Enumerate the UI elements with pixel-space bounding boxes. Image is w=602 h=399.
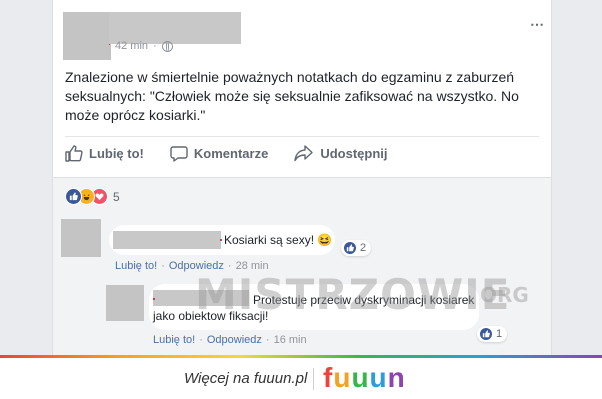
reply-like-count[interactable]: 1 bbox=[477, 326, 508, 342]
redaction-mark bbox=[109, 44, 110, 45]
comment-like-link[interactable]: Lubię to! bbox=[115, 260, 157, 272]
logo-letter: u bbox=[351, 362, 370, 393]
post-meta: 42 min · bbox=[115, 40, 173, 52]
reply-time[interactable]: 16 min bbox=[274, 334, 307, 346]
like-icon bbox=[65, 188, 82, 205]
comment-avatar[interactable] bbox=[61, 219, 101, 257]
share-label: Udostępnij bbox=[320, 146, 388, 161]
like-label: Lubię to! bbox=[89, 146, 144, 161]
reply-like-link[interactable]: Lubię to! bbox=[153, 334, 195, 346]
like-button[interactable]: Lubię to! bbox=[65, 145, 144, 162]
comment-author-redacted[interactable] bbox=[113, 231, 221, 249]
comment-button[interactable]: Komentarze bbox=[170, 145, 268, 162]
logo-letter: u bbox=[369, 362, 388, 393]
more-options-icon[interactable]: ⋯ bbox=[530, 16, 545, 33]
fuuun-logo[interactable]: f u u u n bbox=[323, 362, 406, 394]
comment-label: Komentarze bbox=[193, 146, 269, 161]
comments-section: 5 Kosiarki są sexy! 😆 2 Lubię to! · Odpo… bbox=[53, 177, 551, 356]
logo-letter: f bbox=[323, 362, 334, 393]
watermark-suffix: ORG bbox=[480, 283, 529, 307]
comment-bubble: Kosiarki są sexy! 😆 bbox=[109, 225, 335, 255]
logo-letter: n bbox=[387, 362, 406, 393]
footer-link-text[interactable]: Więcej na fuuun.pl bbox=[184, 370, 307, 387]
meta-separator: · bbox=[153, 40, 157, 52]
comment-icon bbox=[170, 146, 188, 162]
redaction-mark bbox=[220, 239, 222, 241]
post-text: Znalezione w śmiertelnie poważnych notat… bbox=[65, 69, 519, 123]
like-count: 1 bbox=[496, 328, 503, 340]
post-time[interactable]: 42 min bbox=[115, 40, 148, 52]
thumbs-up-icon bbox=[65, 145, 83, 162]
footer-divider bbox=[313, 368, 314, 390]
like-icon bbox=[344, 242, 356, 254]
reply-avatar[interactable] bbox=[106, 285, 144, 321]
reply-meta: Lubię to! · Odpowiedz · 16 min bbox=[153, 334, 307, 346]
globe-icon bbox=[161, 40, 173, 52]
actions-divider bbox=[65, 136, 539, 137]
comment-text: Kosiarki są sexy! 😆 bbox=[224, 233, 333, 247]
like-count: 2 bbox=[360, 242, 367, 254]
watermark: MISTRZOWIE bbox=[195, 270, 511, 319]
post-actions: Lubię to! Komentarze Udostępnij bbox=[65, 145, 413, 162]
reaction-count: 5 bbox=[113, 189, 120, 204]
share-button[interactable]: Udostępnij bbox=[294, 145, 387, 162]
share-icon bbox=[294, 145, 314, 162]
reply-reply-link[interactable]: Odpowiedz bbox=[207, 334, 262, 346]
comment-like-count[interactable]: 2 bbox=[341, 240, 372, 256]
reactions-summary[interactable]: 5 bbox=[65, 188, 120, 205]
post-author-avatar[interactable] bbox=[63, 12, 111, 60]
like-icon bbox=[480, 328, 492, 340]
footer: Więcej na fuuun.pl f u u u n bbox=[0, 358, 602, 399]
logo-letter: u bbox=[333, 362, 352, 393]
